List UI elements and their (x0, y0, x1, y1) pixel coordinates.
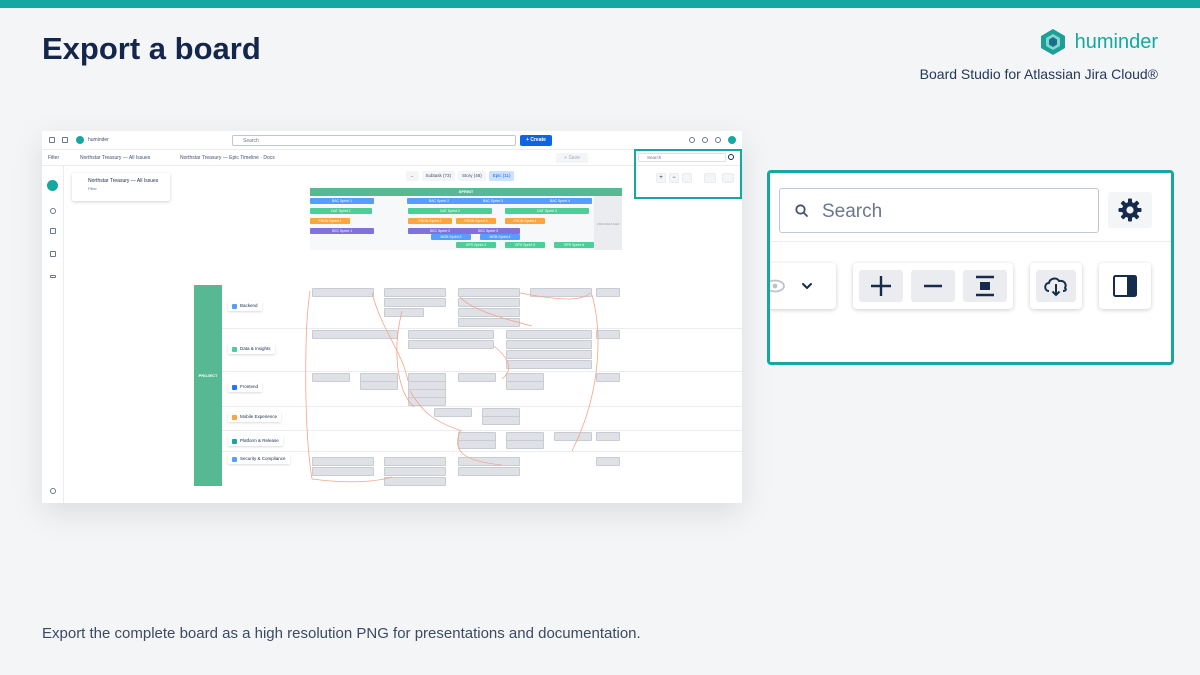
toggle-side-panel-button[interactable] (1105, 270, 1145, 302)
page-subtitle: Board Studio for Atlassian Jira Cloud® (919, 66, 1158, 82)
chevron-down-icon[interactable] (794, 273, 820, 299)
page-title: Export a board (42, 31, 261, 66)
top-accent-bar (0, 0, 1200, 8)
side-panel-icon (1113, 275, 1137, 297)
cloud-download-icon (1044, 277, 1067, 297)
fit-icon (976, 275, 994, 297)
brand: huminder (1039, 28, 1158, 56)
panel-group (1099, 263, 1151, 309)
plus-icon (871, 276, 891, 296)
search-placeholder: Search (822, 201, 883, 222)
zoom-in-button[interactable] (859, 270, 903, 302)
board-search-input[interactable]: Search (779, 188, 1099, 233)
board-screenshot: huminder Search + Create Filter Northsta… (42, 131, 742, 503)
brand-name: huminder (1074, 30, 1158, 53)
export-png-button[interactable] (1036, 270, 1076, 302)
toolbar-divider (770, 241, 1171, 242)
gear-icon (1118, 198, 1142, 222)
dependency-links (305, 290, 599, 483)
fit-to-screen-button[interactable] (963, 270, 1007, 302)
settings-button[interactable] (1108, 192, 1152, 228)
zoom-controls-group (853, 263, 1013, 309)
eye-icon[interactable] (767, 275, 786, 297)
huminder-logo-icon (1040, 29, 1065, 55)
zoomed-toolbar-panel: Search (767, 170, 1174, 365)
visibility-group (767, 263, 836, 309)
footer-description: Export the complete board as a high reso… (42, 625, 641, 642)
minus-icon (924, 284, 942, 288)
export-group (1030, 263, 1082, 309)
zoom-out-button[interactable] (911, 270, 955, 302)
search-icon (795, 204, 808, 217)
